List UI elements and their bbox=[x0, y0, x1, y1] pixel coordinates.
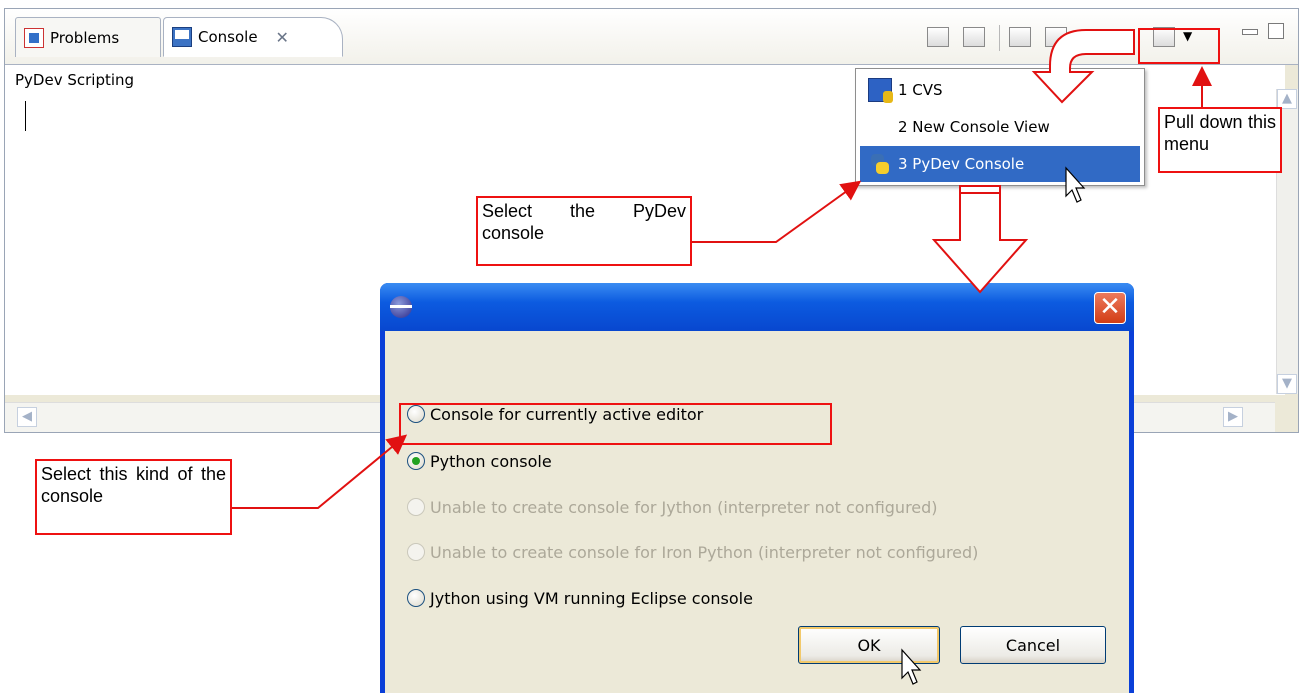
highlight-dropdown-button bbox=[1138, 28, 1220, 64]
pin-console-button[interactable] bbox=[1009, 27, 1035, 51]
option-label: Unable to create console for Jython (int… bbox=[430, 497, 938, 517]
problems-icon bbox=[24, 27, 44, 48]
scroll-lock-button[interactable] bbox=[963, 27, 989, 51]
scroll-up-button[interactable]: ▲ bbox=[1277, 89, 1297, 109]
clear-console-button[interactable] bbox=[927, 27, 953, 51]
scroll-down-button[interactable]: ▼ bbox=[1277, 374, 1297, 394]
menu-item-pydev-console[interactable]: 3 PyDev Console bbox=[860, 146, 1140, 182]
new-console-dialog: ✕ Console for currently active editor Py… bbox=[380, 283, 1134, 693]
radio-button bbox=[407, 543, 425, 561]
maximize-view-button[interactable] bbox=[1268, 23, 1284, 39]
open-console-menu: 1 CVS 2 New Console View 3 PyDev Console bbox=[855, 68, 1145, 186]
console-name-label: PyDev Scripting bbox=[15, 71, 135, 89]
toolbar-separator bbox=[999, 25, 1000, 51]
tab-console[interactable]: Console ✕ bbox=[163, 17, 343, 57]
option-ironpython-disabled: Unable to create console for Iron Python… bbox=[407, 537, 978, 567]
scroll-left-button[interactable]: ◀ bbox=[17, 407, 37, 427]
radio-button[interactable] bbox=[407, 589, 425, 607]
text-caret bbox=[25, 101, 26, 131]
dialog-title-bar[interactable]: ✕ bbox=[380, 283, 1134, 331]
clear-console-icon bbox=[927, 27, 949, 47]
option-label: Jython using VM running Eclipse console bbox=[430, 588, 753, 608]
view-tab-bar: Problems Console ✕ ▼ bbox=[5, 9, 1298, 65]
console-icon bbox=[172, 27, 192, 47]
tab-problems-label: Problems bbox=[50, 28, 120, 47]
scroll-right-button[interactable]: ▶ bbox=[1223, 407, 1243, 427]
minimize-view-button[interactable] bbox=[1242, 29, 1258, 35]
option-python-console[interactable]: Python console bbox=[407, 446, 552, 476]
tab-problems[interactable]: Problems bbox=[15, 17, 161, 57]
menu-item-cvs[interactable]: 1 CVS bbox=[860, 72, 1140, 108]
close-tab-icon[interactable]: ✕ bbox=[276, 28, 289, 47]
option-jython-vm[interactable]: Jython using VM running Eclipse console bbox=[407, 583, 753, 613]
annotation-pull-menu: Pull down this menu bbox=[1158, 107, 1282, 173]
display-console-icon bbox=[1045, 27, 1067, 47]
radio-button bbox=[407, 498, 425, 516]
menu-item-label: 3 PyDev Console bbox=[898, 155, 1025, 173]
display-console-button[interactable] bbox=[1045, 27, 1071, 51]
cancel-button[interactable]: Cancel bbox=[960, 626, 1106, 664]
menu-item-label: 1 CVS bbox=[898, 81, 943, 99]
dialog-close-button[interactable]: ✕ bbox=[1094, 292, 1126, 324]
annotation-select-pydev: Select the PyDev console bbox=[476, 196, 692, 266]
eclipse-icon bbox=[390, 296, 412, 318]
arrow-to-python-option bbox=[232, 434, 408, 509]
option-jython-disabled: Unable to create console for Jython (int… bbox=[407, 492, 938, 522]
radio-button[interactable] bbox=[407, 452, 425, 470]
menu-item-new-console-view[interactable]: 2 New Console View bbox=[860, 109, 1140, 145]
pin-console-icon bbox=[1009, 27, 1031, 47]
python-icon bbox=[868, 152, 892, 176]
highlight-python-console bbox=[399, 403, 832, 445]
option-label: Unable to create console for Iron Python… bbox=[430, 542, 979, 562]
scroll-lock-icon bbox=[963, 27, 985, 47]
option-label: Python console bbox=[430, 451, 552, 471]
tab-console-label: Console bbox=[198, 28, 258, 46]
cvs-icon bbox=[868, 78, 893, 103]
menu-item-label: 2 New Console View bbox=[898, 118, 1050, 136]
ok-button[interactable]: OK bbox=[798, 626, 940, 664]
annotation-select-kind: Select this kind of the console bbox=[35, 459, 232, 535]
dialog-body: Console for currently active editor Pyth… bbox=[385, 331, 1129, 693]
